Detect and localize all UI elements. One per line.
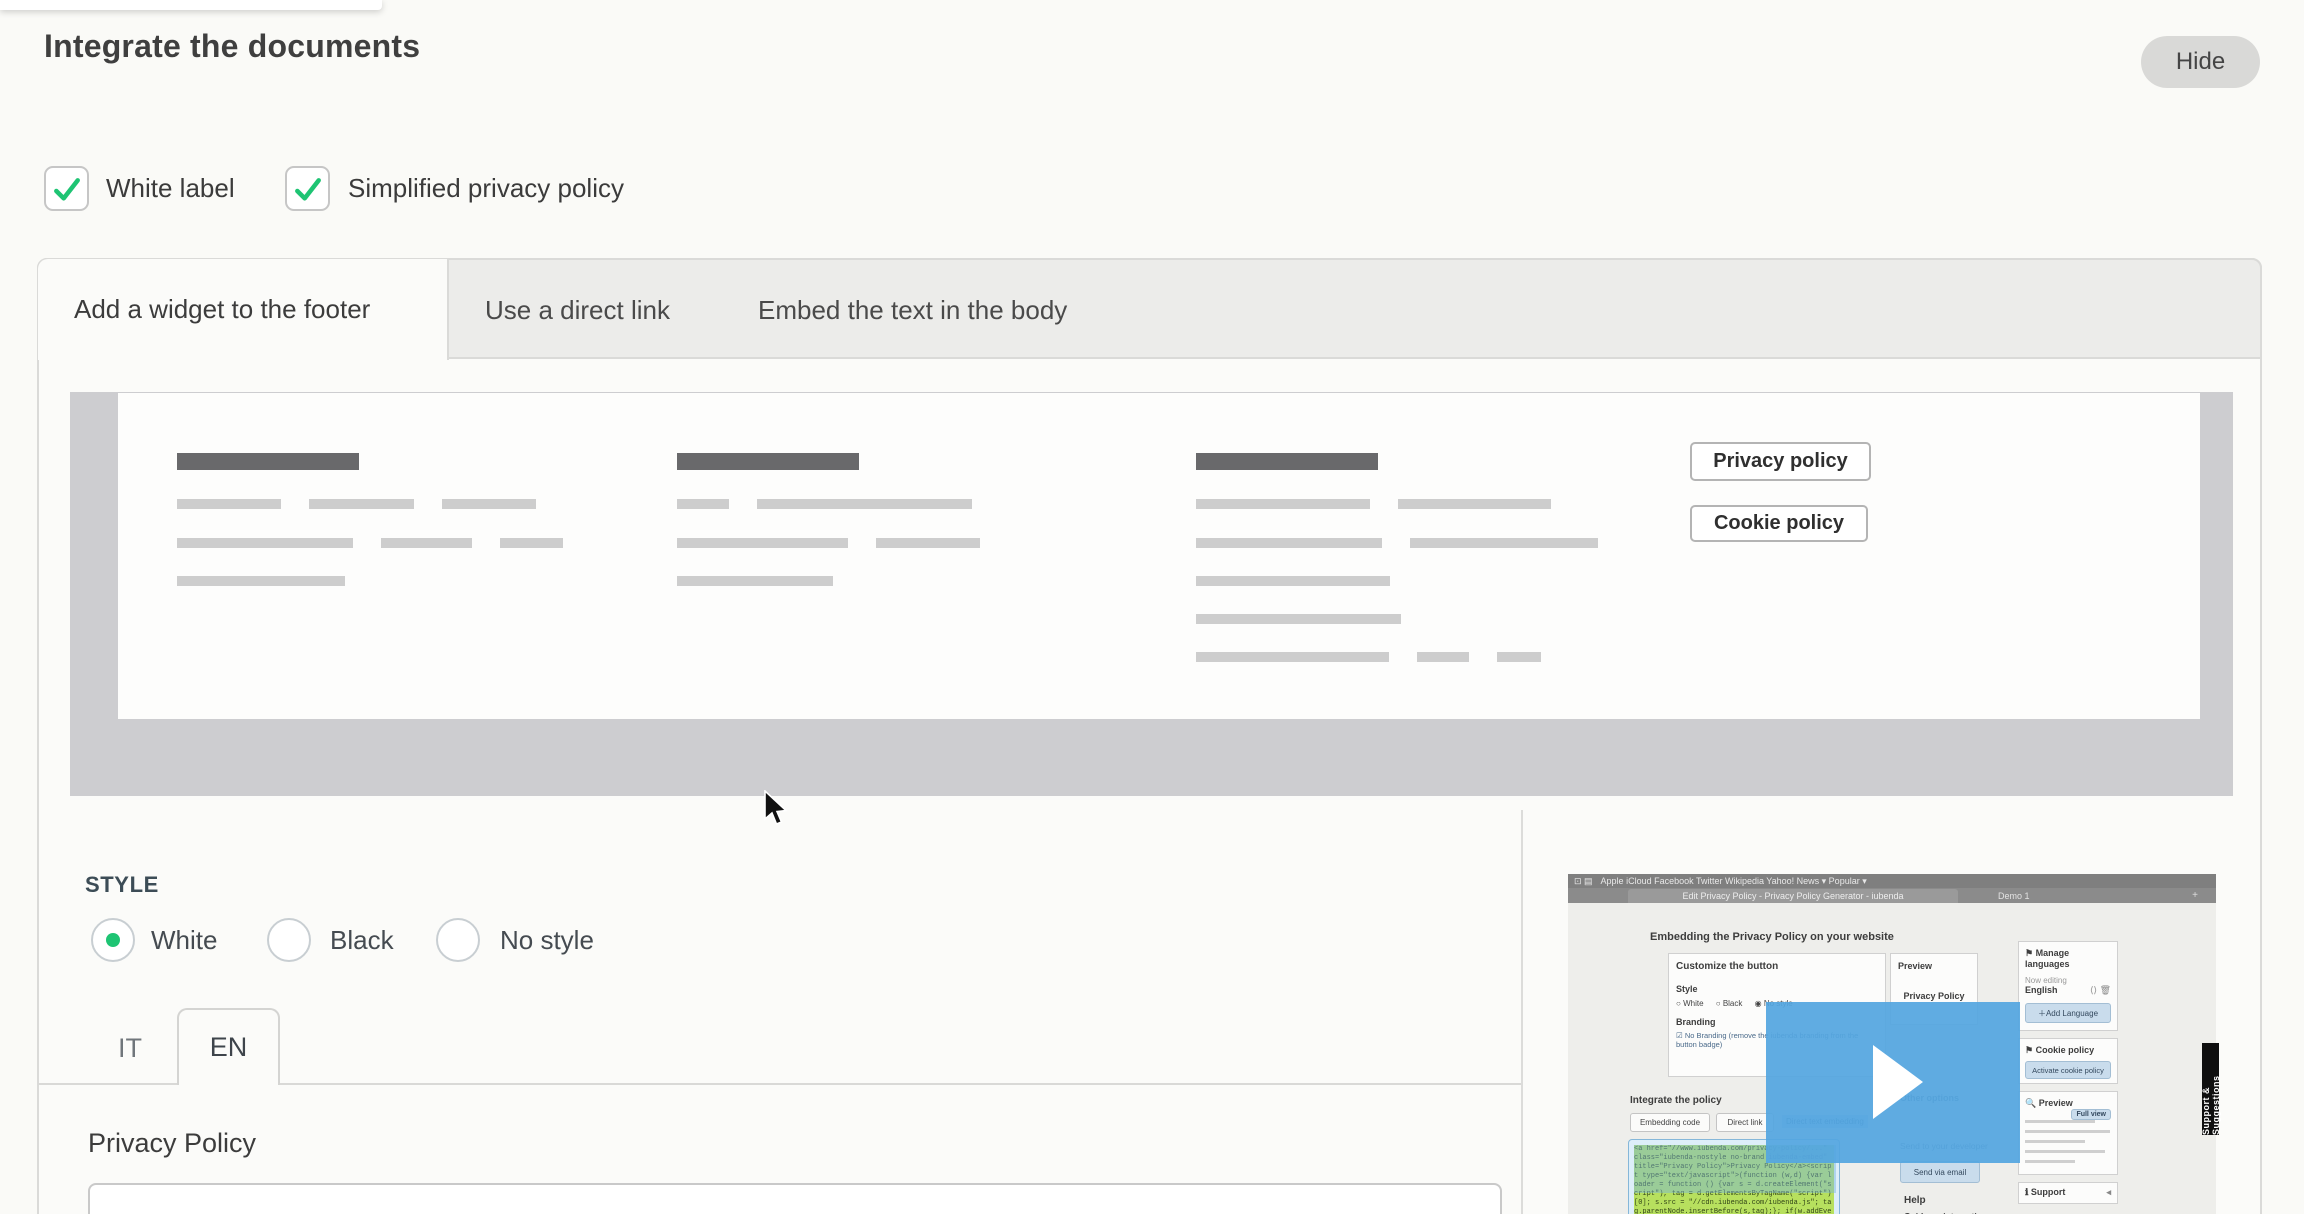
skeleton-text-bar: [677, 576, 833, 586]
simplified-privacy-checkbox[interactable]: [285, 166, 330, 211]
video-languages-box: ⚑ Manage languages Now editing English ⟨…: [2018, 941, 2118, 1031]
skeleton-text-bar: [1196, 499, 1370, 509]
skeleton-line: [2025, 1140, 2085, 1143]
skeleton-text-bar: [757, 499, 972, 509]
privacy-policy-heading: Privacy Policy: [88, 1128, 256, 1159]
tutorial-video-thumbnail[interactable]: ⊡ ▤ Apple iCloud Facebook Twitter Wikipe…: [1568, 874, 2216, 1214]
collapse-icon: ◂: [2106, 1187, 2111, 1198]
language-tab-en[interactable]: EN: [177, 1008, 280, 1085]
skeleton-text-bar: [442, 499, 536, 509]
skeleton-text-bar: [1196, 652, 1389, 662]
skeleton-text-bar: [1410, 538, 1598, 548]
video-customize-title: Customize the button: [1676, 961, 1878, 972]
simplified-privacy-checkbox-label: Simplified privacy policy: [348, 166, 624, 211]
style-radio-white-label: White: [151, 918, 217, 962]
radio-dot: [106, 933, 120, 947]
window-controls-icon: ⊡ ▤: [1574, 876, 1593, 887]
video-browser-tab2: Demo 1: [1998, 891, 2030, 901]
hide-button[interactable]: Hide: [2141, 36, 2260, 88]
video-send-email-button: Send via email: [1900, 1161, 1980, 1183]
style-radio-black-label: Black: [330, 918, 394, 962]
top-overlay-edge: [0, 0, 382, 10]
support-suggestions-ribbon: Support & Suggestions: [2202, 1043, 2219, 1135]
video-style-label: Style: [1676, 984, 1878, 994]
skeleton-title-bar: [677, 453, 859, 470]
skeleton-text-bar: [1398, 499, 1551, 509]
check-icon: [51, 173, 83, 205]
skeleton-text-bar: [1196, 576, 1390, 586]
mockup-cookie-policy-button: Cookie policy: [1690, 505, 1868, 542]
video-integrate-title: Integrate the policy: [1630, 1095, 1722, 1106]
video-full-view-button: Full view: [2071, 1109, 2111, 1120]
video-help-heading: Help: [1904, 1195, 1926, 1206]
video-browser-tabbar: Edit Privacy Policy - Privacy Policy Gen…: [1568, 888, 2216, 903]
skeleton-text-bar: [677, 538, 848, 548]
video-language-row: English ⟨⟩ 🗑: [2025, 985, 2111, 995]
radio-icon: ○: [1676, 999, 1683, 1008]
skeleton-title-bar: [1196, 453, 1378, 470]
code-and-trash-icons: ⟨⟩ 🗑: [2090, 985, 2111, 996]
video-preview-sidebar-box: 🔍 Preview Full view: [2018, 1091, 2118, 1175]
skeleton-title-bar: [177, 453, 359, 470]
skeleton-line: [2025, 1120, 2095, 1123]
video-activate-cookie-button: Activate cookie policy: [2025, 1061, 2111, 1079]
skeleton-text-bar: [1497, 652, 1541, 662]
video-preview-button: Privacy Policy: [1898, 991, 1970, 1001]
skeleton-line: [2025, 1150, 2105, 1153]
play-icon: [1873, 1045, 1923, 1119]
style-radio-white[interactable]: [91, 918, 135, 962]
tab-embed-body[interactable]: Embed the text in the body: [758, 295, 1067, 325]
flag-icon: ⚑: [2025, 1045, 2036, 1055]
flag-icon: ⚑: [2025, 948, 2036, 958]
skeleton-text-bar: [876, 538, 980, 548]
page-title: Integrate the documents: [44, 28, 420, 65]
style-section-heading: STYLE: [85, 872, 159, 898]
tab-widget-footer[interactable]: Add a widget to the footer: [38, 259, 449, 360]
footer-mockup-panel: [118, 393, 2200, 719]
video-preview-title: Preview: [1898, 961, 1970, 971]
skeleton-text-bar: [381, 538, 472, 548]
skeleton-line: [2025, 1130, 2110, 1133]
skeleton-text-bar: [1417, 652, 1469, 662]
skeleton-line: [2025, 1160, 2075, 1163]
style-radio-nostyle-label: No style: [500, 918, 594, 962]
skeleton-text-bar: [500, 538, 563, 548]
tab-direct-link[interactable]: Use a direct link: [485, 295, 670, 325]
skeleton-text-bar: [1196, 538, 1382, 548]
skeleton-text-bar: [677, 499, 729, 509]
video-support-box: ℹ Support◂: [2018, 1182, 2118, 1204]
magnifier-icon: 🔍: [2025, 1098, 2039, 1108]
language-tab-it[interactable]: IT: [100, 1028, 160, 1068]
video-bookmarks-bar: Apple iCloud Facebook Twitter Wikipedia …: [1601, 876, 1867, 887]
video-page-heading: Embedding the Privacy Policy on your web…: [1650, 931, 1894, 943]
skeleton-text-bar: [177, 538, 353, 548]
radio-selected-icon: ◉: [1755, 999, 1764, 1008]
video-now-editing: Now editing: [2025, 976, 2111, 985]
video-play-overlay[interactable]: [1766, 1002, 2020, 1163]
skeleton-text-bar: [177, 576, 345, 586]
style-radio-black[interactable]: [267, 918, 311, 962]
video-browser-tab: Edit Privacy Policy - Privacy Policy Gen…: [1628, 889, 1958, 903]
style-radio-nostyle[interactable]: [436, 918, 480, 962]
skeleton-text-bar: [1196, 614, 1401, 624]
mockup-privacy-policy-button: Privacy policy: [1690, 442, 1871, 481]
tab-widget-footer-label: Add a widget to the footer: [74, 294, 370, 325]
checkbox-checked-icon: ☑: [1676, 1031, 1685, 1040]
skeleton-text-bar: [309, 499, 414, 509]
video-cookie-box: ⚑ Cookie policy Activate cookie policy: [2018, 1038, 2118, 1084]
video-browser-menubar: ⊡ ▤ Apple iCloud Facebook Twitter Wikipe…: [1568, 874, 2216, 888]
integrate-documents-page: Integrate the documents Hide White label…: [0, 0, 2304, 1214]
video-embedding-code-button: Embedding code: [1630, 1113, 1710, 1132]
white-label-checkbox[interactable]: [44, 166, 89, 211]
new-tab-icon: +: [2192, 890, 2198, 901]
skeleton-text-bar: [177, 499, 281, 509]
white-label-checkbox-label: White label: [106, 166, 235, 211]
check-icon: [292, 173, 324, 205]
privacy-policy-code-field[interactable]: [88, 1183, 1502, 1214]
plus-icon: ＋: [2038, 1008, 2046, 1019]
video-add-language-button: ＋ Add Language: [2025, 1003, 2111, 1023]
mouse-cursor: [762, 790, 792, 830]
vertical-divider: [1521, 810, 1523, 1214]
radio-icon: ○: [1716, 999, 1723, 1008]
